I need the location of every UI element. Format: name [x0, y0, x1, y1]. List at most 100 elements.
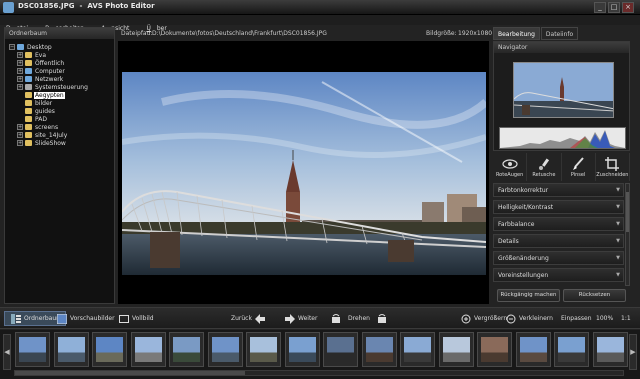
fullscreen-button[interactable]: Vollbild [116, 311, 154, 326]
expand-icon[interactable]: + [17, 52, 23, 58]
zoom-in-button[interactable]: Vergrößern [458, 311, 507, 326]
fit-button[interactable]: Einpassen [561, 311, 592, 326]
filmstrip-next-button[interactable]: ▶ [629, 334, 637, 370]
tool-red-eye[interactable]: RoteAugen [493, 153, 528, 181]
image-viewer[interactable] [118, 41, 489, 304]
expand-icon[interactable]: + [17, 68, 23, 74]
filmstrip-thumbnail[interactable] [284, 332, 320, 367]
filmstrip-scrollbar[interactable] [14, 370, 624, 376]
actual-size-button[interactable]: 1:1 [621, 311, 631, 326]
thumbnail-image [211, 337, 239, 362]
tree-item[interactable]: + screens [17, 123, 59, 131]
section-farbtonkorrektur-label: Farbtonkorrektur [498, 187, 549, 194]
filmstrip-prev-button[interactable]: ◀ [3, 334, 11, 370]
thumbnail-image [327, 337, 354, 362]
zoom-out-button[interactable]: Verkleinern [503, 311, 553, 326]
reset-button[interactable]: Rücksetzen [563, 289, 626, 302]
tree-item[interactable]: bilder [17, 99, 53, 107]
expand-icon[interactable]: + [17, 124, 23, 130]
filmstrip-thumbnail[interactable] [361, 332, 397, 367]
back-button[interactable]: Zurück [231, 311, 268, 326]
minimize-button[interactable]: _ [594, 2, 606, 13]
filmstrip-thumbnail[interactable] [554, 332, 589, 367]
filmstrip-thumbnail[interactable] [246, 332, 281, 367]
filmstrip-thumbnail[interactable] [400, 332, 435, 367]
thumbnail-image [596, 337, 624, 362]
title-separator: - [79, 2, 83, 10]
section-details-label: Details [498, 238, 519, 245]
section-farbbalance[interactable]: Farbbalance ▼ [493, 217, 624, 231]
rotate-left-icon[interactable] [331, 313, 341, 324]
tree-item-label: PAD [35, 115, 47, 123]
undo-all-button[interactable]: Rückgängig machen [497, 289, 560, 302]
chevron-down-icon: ▼ [616, 187, 620, 193]
folder-icon [25, 108, 32, 114]
tree-item[interactable]: − Desktop [9, 43, 53, 51]
expand-icon[interactable]: + [17, 132, 23, 138]
thumbnail-image [57, 337, 85, 362]
thumbnail-image [365, 337, 393, 362]
filmstrip-thumbnail[interactable] [515, 332, 551, 367]
filmstrip-thumbnail[interactable] [15, 332, 50, 367]
thumbnails-view-label: Vorschaubilder [70, 315, 115, 322]
rotate-label: Drehen [348, 315, 370, 322]
section-groessenaenderung[interactable]: Größenänderung ▼ [493, 251, 624, 265]
tree-item[interactable]: + Systemsteuerung [17, 83, 89, 91]
filmstrip-thumbnail[interactable] [323, 332, 358, 367]
arrow-right-icon [285, 313, 295, 324]
tree-item[interactable]: Aegypten [17, 91, 65, 99]
chevron-down-icon: ▼ [616, 272, 620, 278]
tree-item[interactable]: + Netzwerk [17, 75, 64, 83]
tree-item[interactable]: PAD [17, 115, 48, 123]
section-helligkeit-kontrast[interactable]: Helligkeit/Kontrast ▼ [493, 200, 624, 214]
folder-icon [25, 132, 32, 138]
filmstrip: ◀ ▶ [0, 330, 640, 379]
filmstrip-thumbnail[interactable] [53, 332, 89, 367]
expand-icon[interactable]: + [17, 76, 23, 82]
thumbnail-image [519, 337, 547, 362]
tool-retouch[interactable]: Retusche [527, 153, 562, 181]
size-value: 1920x1080 [458, 30, 493, 37]
tab-dateiinfo[interactable]: Dateiinfo [540, 27, 579, 40]
tab-bearbeitung[interactable]: Bearbeitung [493, 27, 540, 40]
filmstrip-scrollbar-thumb[interactable] [15, 371, 245, 375]
thumbnails-view-button[interactable]: Vorschaubilder [54, 311, 115, 326]
maximize-button[interactable]: □ [608, 2, 620, 13]
thumbnail-image [442, 337, 470, 362]
filmstrip-thumbnail[interactable] [207, 332, 243, 367]
expand-icon[interactable]: + [17, 140, 23, 146]
rotate-right-icon[interactable] [377, 313, 387, 324]
filmstrip-thumbnail[interactable] [438, 332, 474, 367]
expand-icon[interactable]: + [17, 60, 23, 66]
section-farbtonkorrektur[interactable]: Farbtonkorrektur ▼ [493, 183, 624, 197]
close-button[interactable]: × [622, 2, 634, 13]
section-details[interactable]: Details ▼ [493, 234, 624, 248]
tree-item[interactable]: guides [17, 107, 56, 115]
collapse-icon[interactable]: − [9, 44, 15, 50]
filmstrip-thumbnail[interactable] [477, 332, 512, 367]
tree-item-label: Aegypten [34, 91, 65, 99]
sections-scrollbar[interactable] [625, 183, 630, 286]
tool-crop[interactable]: Zuschneiden [596, 153, 630, 181]
forward-label: Weiter [298, 315, 318, 322]
tree-item[interactable]: + site_14July [17, 131, 68, 139]
sections-scrollbar-thumb[interactable] [626, 192, 629, 232]
filmstrip-thumbnail[interactable] [592, 332, 628, 367]
section-voreinstellungen[interactable]: Voreinstellungen ▼ [493, 268, 624, 282]
filmstrip-thumbnail[interactable] [169, 332, 204, 367]
tool-brush[interactable]: Pinsel [562, 153, 596, 181]
navigator-thumbnail[interactable] [513, 62, 614, 118]
tree-item[interactable]: + Computer [17, 67, 66, 75]
tree-item[interactable]: + Eva [17, 51, 47, 59]
main-photo[interactable] [122, 72, 486, 275]
tree-item[interactable]: + Öffentlich [17, 59, 65, 67]
tree-item[interactable]: + SlideShow [17, 139, 67, 147]
filmstrip-thumbnail[interactable] [92, 332, 127, 367]
expand-icon[interactable]: + [17, 84, 23, 90]
navigator-panel: Navigator [493, 41, 630, 151]
folder-icon [25, 140, 32, 146]
navigator-title: Navigator [494, 42, 629, 53]
forward-button[interactable]: Weiter [282, 311, 317, 326]
filmstrip-thumbnail[interactable] [130, 332, 166, 367]
network-icon [25, 76, 32, 82]
